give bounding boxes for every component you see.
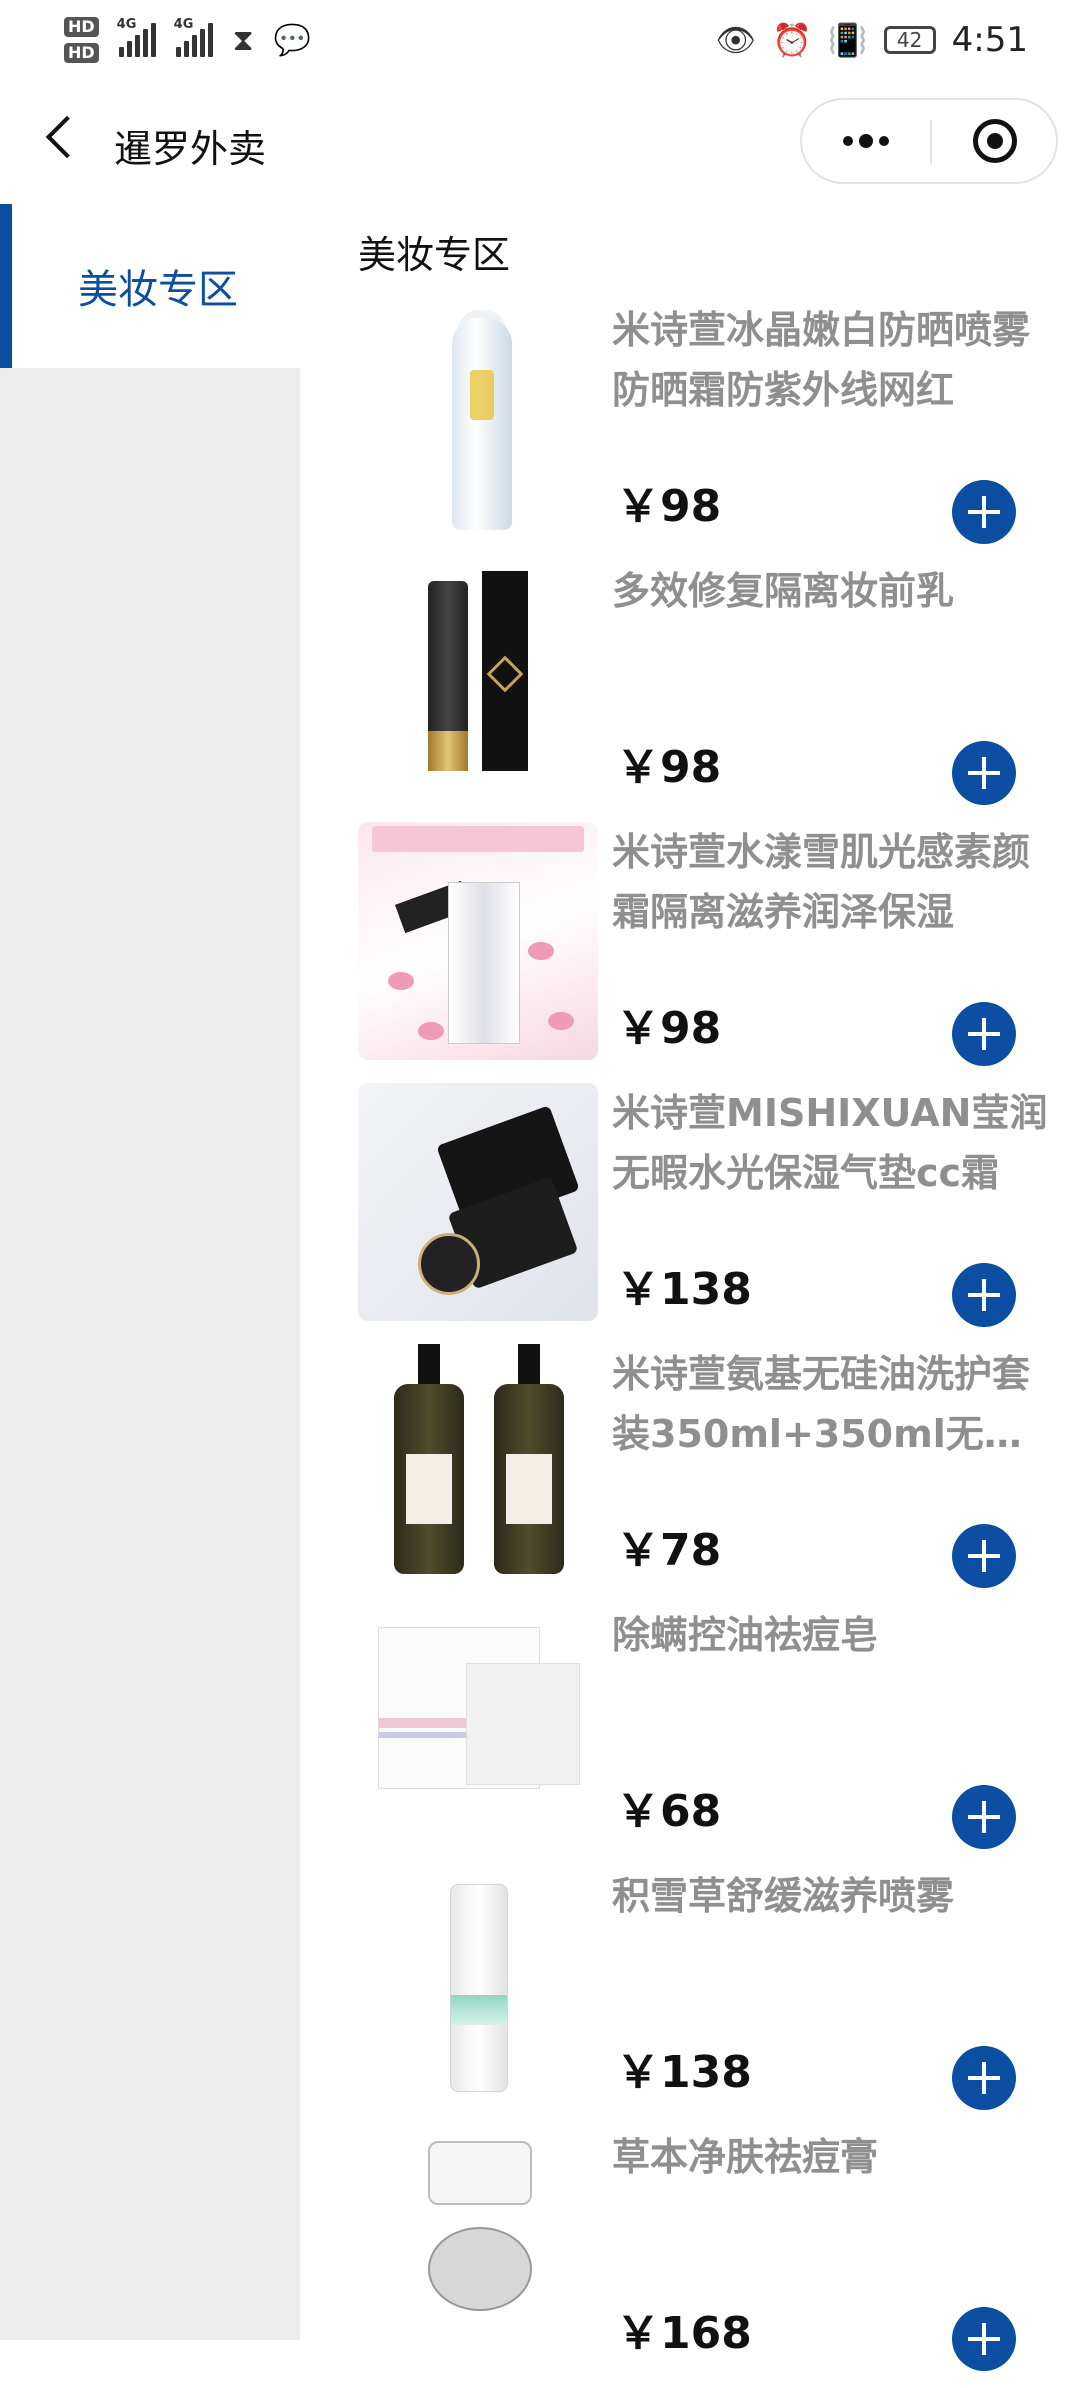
product-item[interactable]: 多效修复隔离妆前乳 ￥98 (358, 561, 1058, 822)
product-price: ￥98 (616, 742, 722, 793)
add-to-cart-button[interactable] (952, 1785, 1016, 1849)
product-item[interactable]: 积雪草舒缓滋养喷雾 ￥138 (358, 1866, 1058, 2127)
product-name: 米诗萱氨基无硅油洗护套装350ml+350ml无硅油 (612, 1352, 1031, 1456)
add-to-cart-button[interactable] (952, 1263, 1016, 1327)
product-image-bb-cream[interactable] (358, 822, 598, 1060)
add-to-cart-button[interactable] (952, 2307, 1016, 2371)
add-to-cart-button[interactable] (952, 1524, 1016, 1588)
product-price: ￥98 (616, 481, 722, 532)
product-item[interactable]: 米诗萱冰晶嫩白防晒喷雾防晒霜防紫外线网红 ￥98 (358, 300, 1058, 561)
status-bar: HD HD 4G 4G ⧗ 💬 👁 ⏰ 📳 42 4:51 (0, 0, 1080, 80)
hourglass-icon: ⧗ (232, 22, 254, 58)
chat-icon: 💬 (273, 22, 312, 58)
network-type-2: 4G (173, 17, 194, 32)
hd-badge-2: HD (64, 43, 99, 63)
product-image-sunscreen-spray[interactable] (358, 300, 598, 538)
back-icon[interactable] (38, 106, 78, 166)
add-to-cart-button[interactable] (952, 2046, 1016, 2110)
signal-icon-2: 4G (174, 17, 213, 57)
product-image-primer[interactable] (358, 561, 598, 799)
navigation-bar: 暹罗外卖 (0, 80, 1080, 200)
add-to-cart-button[interactable] (952, 741, 1016, 805)
mini-program-capsule (800, 98, 1058, 184)
product-name: 多效修复隔离妆前乳 (612, 569, 955, 613)
sidebar-item-beauty[interactable]: 美妆专区 (0, 204, 300, 368)
status-right-group: 👁 ⏰ 📳 42 4:51 (715, 10, 1028, 70)
vibrate-icon: 📳 (827, 21, 868, 59)
product-name: 除螨控油祛痘皂 (612, 1613, 879, 1657)
alarm-icon: ⏰ (771, 21, 812, 59)
product-image-cushion[interactable] (358, 1083, 598, 1321)
status-left-group: HD HD 4G 4G ⧗ 💬 (64, 10, 311, 70)
product-price: ￥78 (616, 1525, 722, 1576)
battery-level: 42 (896, 28, 923, 52)
category-sidebar: 美妆专区 (0, 204, 300, 2340)
hd-badge-1: HD (64, 17, 99, 37)
target-icon (973, 119, 1017, 163)
more-dot-icon (843, 136, 853, 146)
product-name: 草本净肤祛痘膏 (612, 2135, 879, 2179)
more-dot-icon (859, 134, 873, 148)
product-list: 米诗萱冰晶嫩白防晒喷雾防晒霜防紫外线网红 ￥98 多效修复隔离妆前乳 ￥98 米… (358, 300, 1058, 2388)
product-name: 米诗萱MISHIXUAN莹润无暇水光保湿气垫cc霜 (612, 1091, 1048, 1195)
active-indicator (0, 204, 12, 368)
product-name: 米诗萱冰晶嫩白防晒喷雾防晒霜防紫外线网红 (612, 308, 1031, 412)
product-item[interactable]: 米诗萱氨基无硅油洗护套装350ml+350ml无硅油 ￥78 (358, 1344, 1058, 1605)
product-price: ￥68 (616, 1786, 722, 1837)
network-type-1: 4G (116, 17, 137, 32)
product-price: ￥138 (616, 2047, 752, 2098)
section-title: 美妆专区 (358, 233, 511, 277)
close-mini-program-button[interactable] (932, 100, 1058, 182)
product-item[interactable]: 米诗萱水漾雪肌光感素颜霜隔离滋养润泽保湿 ￥98 (358, 822, 1058, 1083)
hd-indicators: HD HD (64, 17, 99, 63)
product-price: ￥98 (616, 1003, 722, 1054)
eye-icon: 👁 (715, 21, 756, 59)
signal-icon: 4G (117, 17, 156, 57)
product-name: 米诗萱水漾雪肌光感素颜霜隔离滋养润泽保湿 (612, 830, 1031, 934)
more-options-button[interactable] (802, 100, 930, 182)
product-image-shampoo-set[interactable] (358, 1344, 598, 1582)
product-item[interactable]: 米诗萱MISHIXUAN莹润无暇水光保湿气垫cc霜 ￥138 (358, 1083, 1058, 1344)
add-to-cart-button[interactable] (952, 480, 1016, 544)
product-name: 积雪草舒缓滋养喷雾 (612, 1874, 955, 1918)
add-to-cart-button[interactable] (952, 1002, 1016, 1066)
product-item[interactable]: 除螨控油祛痘皂 ￥68 (358, 1605, 1058, 1866)
more-dot-icon (879, 136, 889, 146)
clock: 4:51 (951, 20, 1028, 60)
page-title: 暹罗外卖 (114, 127, 267, 171)
product-image-acne-cream[interactable] (358, 2127, 598, 2365)
product-image-soap[interactable] (358, 1605, 598, 1843)
product-image-spray-bottle[interactable] (358, 1866, 598, 2104)
product-price: ￥138 (616, 1264, 752, 1315)
product-item[interactable]: 草本净肤祛痘膏 ￥168 (358, 2127, 1058, 2388)
battery-icon: 42 (883, 26, 936, 54)
sidebar-item-label: 美妆专区 (78, 267, 238, 313)
product-price: ￥168 (616, 2308, 752, 2359)
